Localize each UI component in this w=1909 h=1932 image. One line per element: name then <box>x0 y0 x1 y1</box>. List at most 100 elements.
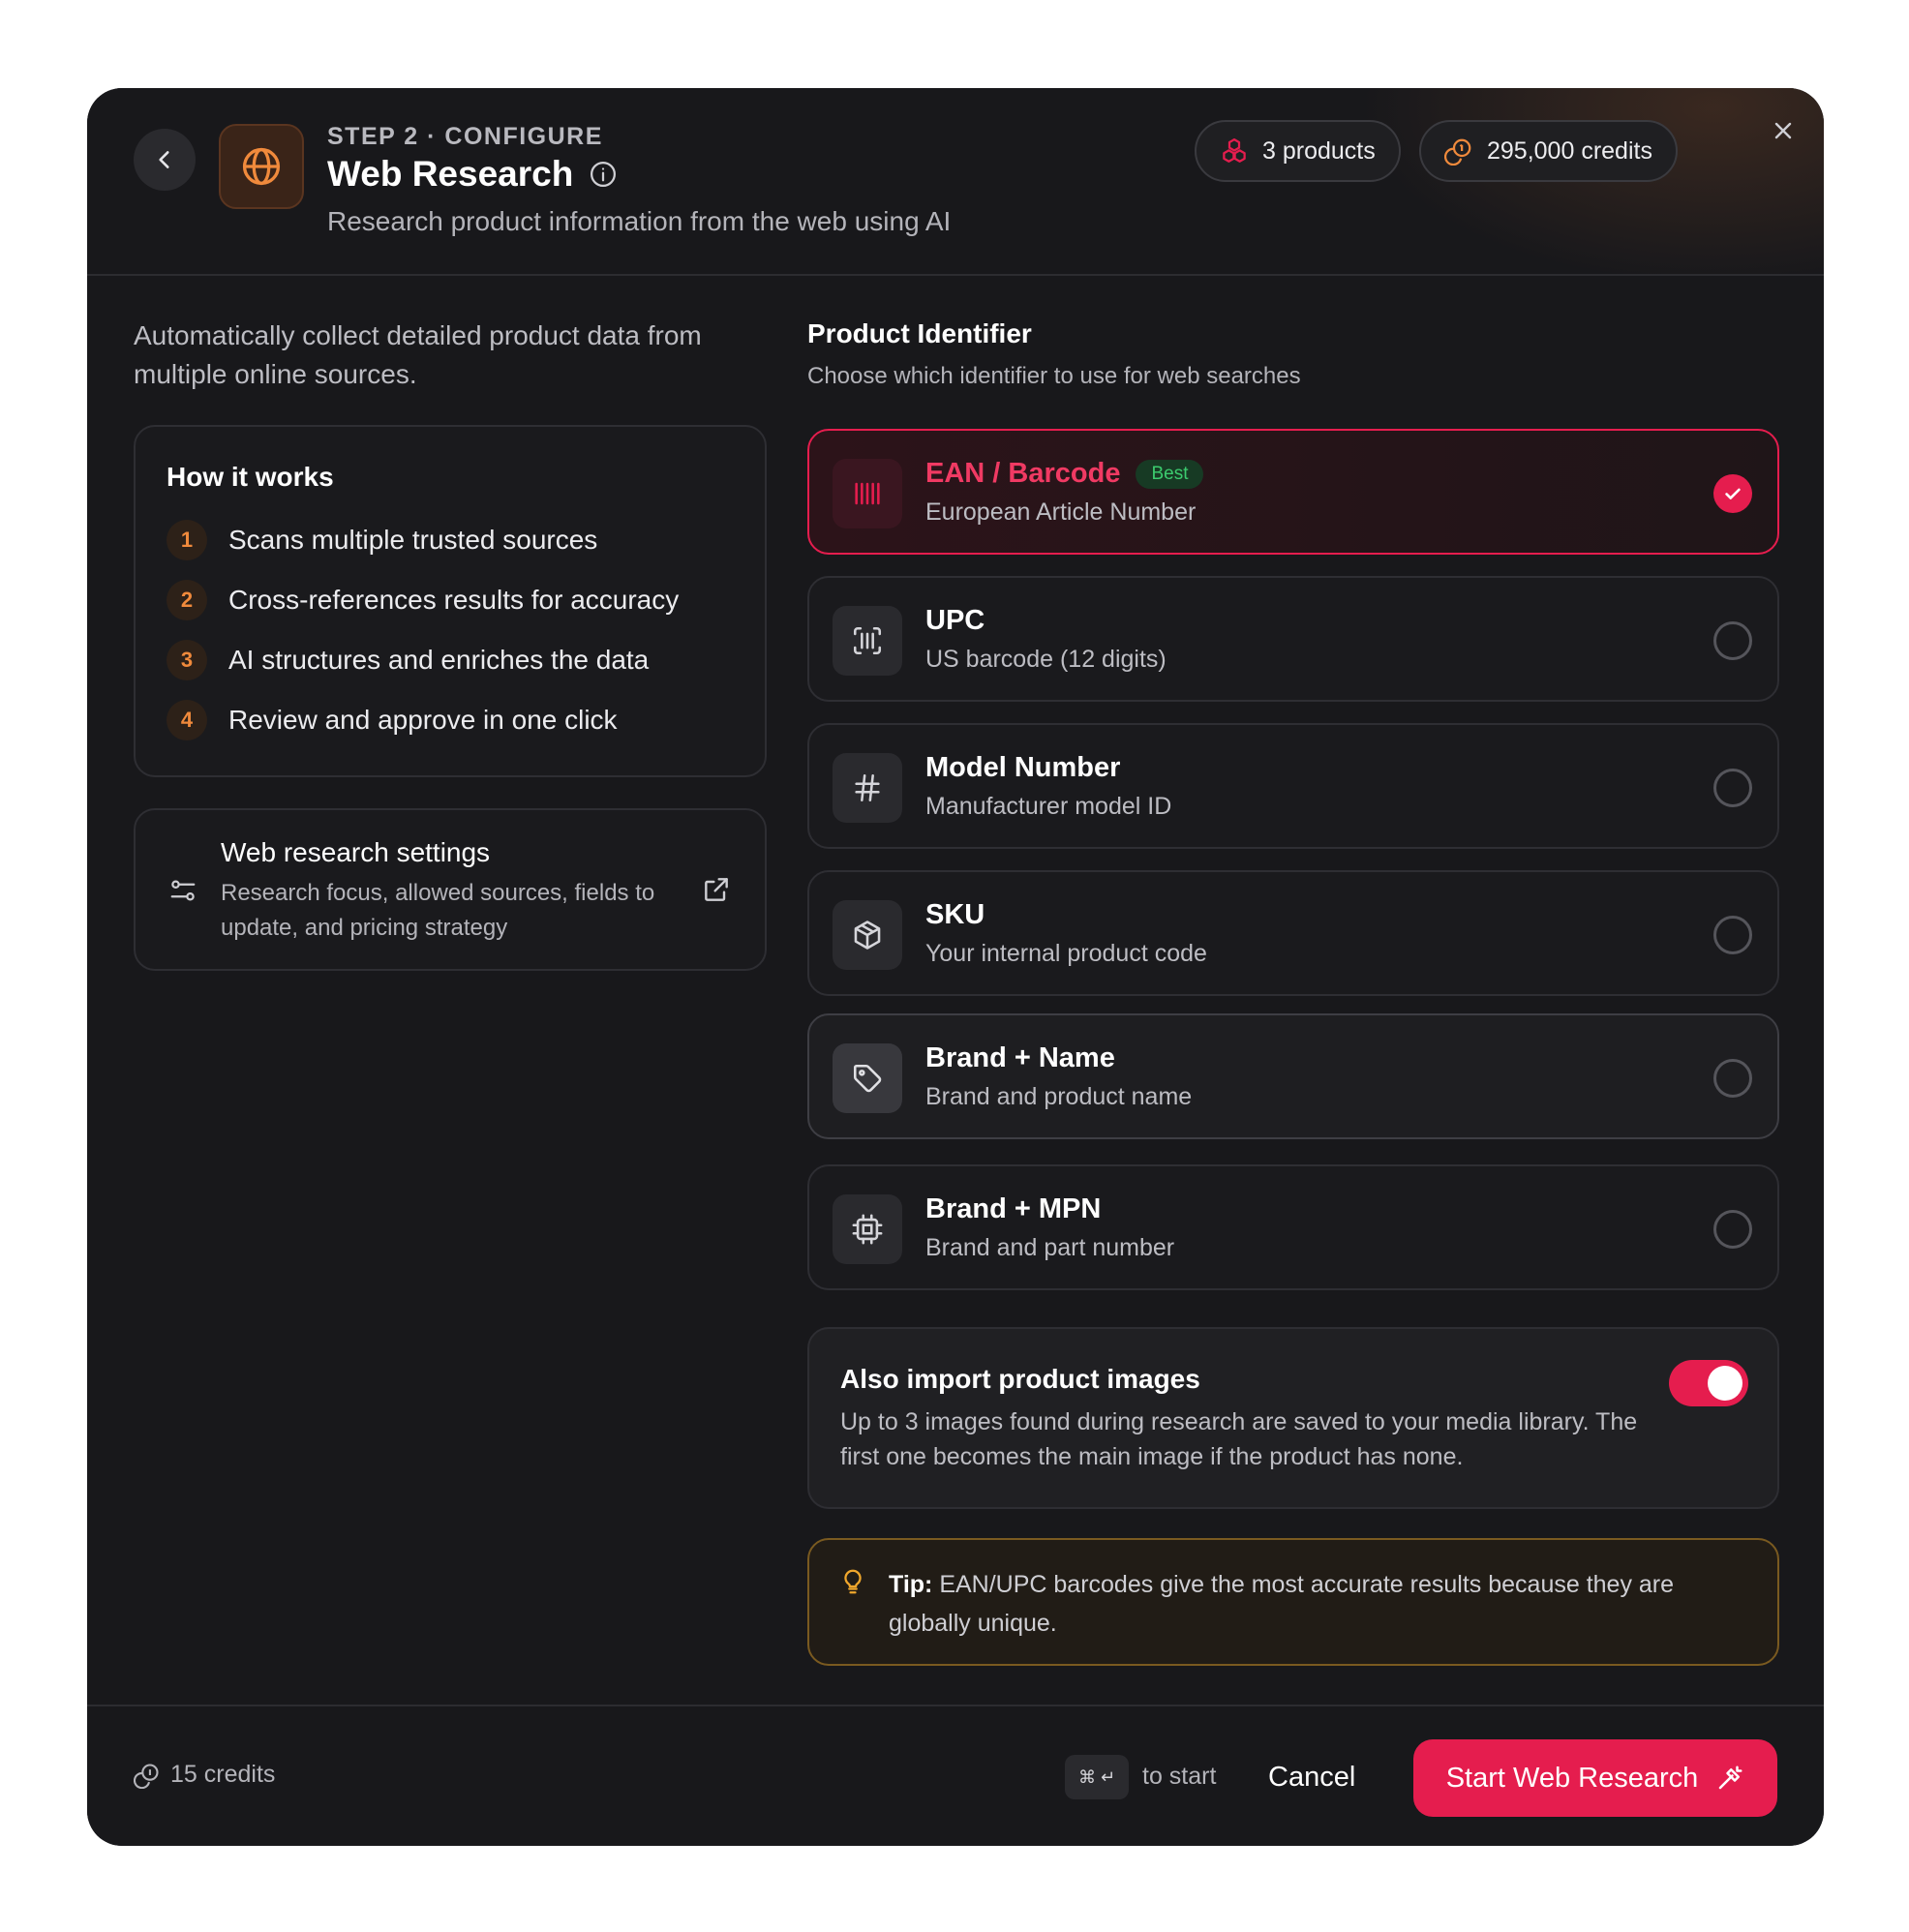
option-title: Brand + Name <box>925 1042 1115 1073</box>
barcode-icon-tile <box>833 459 902 528</box>
shortcut-hint: to start <box>1142 1763 1217 1790</box>
info-icon[interactable] <box>589 160 618 189</box>
how-step: 1 Scans multiple trusted sources <box>167 520 597 560</box>
close-icon <box>1774 122 1792 139</box>
option-title: SKU <box>925 899 985 930</box>
option-label: Brand + MPN <box>925 1193 1101 1225</box>
hash-icon <box>855 773 880 802</box>
best-badge: Best <box>1136 459 1204 489</box>
tip-label: Tip: <box>889 1571 933 1598</box>
scan-barcode-icon <box>853 626 882 655</box>
radio-unchecked[interactable] <box>1713 1059 1752 1098</box>
import-images-toggle[interactable] <box>1669 1360 1748 1406</box>
identifier-option-ean[interactable]: EAN / Barcode Best European Article Numb… <box>807 429 1779 555</box>
chevron-left-icon <box>159 151 169 168</box>
option-description: US barcode (12 digits) <box>925 646 1167 673</box>
radio-unchecked[interactable] <box>1713 916 1752 954</box>
scan-barcode-icon-tile <box>833 606 902 676</box>
page-title: Web Research <box>327 154 574 194</box>
chip-icon-tile <box>833 1194 902 1264</box>
tag-icon-tile <box>833 1043 902 1113</box>
products-count-label: 3 products <box>1262 136 1376 165</box>
tip-body: EAN/UPC barcodes give the most accurate … <box>889 1571 1675 1637</box>
how-step: 2 Cross-references results for accuracy <box>167 580 679 620</box>
step-number: 1 <box>167 520 207 560</box>
credits-balance-label: 295,000 credits <box>1487 136 1652 165</box>
how-it-works-card: How it works 1 Scans multiple trusted so… <box>134 425 767 777</box>
step-number: 4 <box>167 700 207 740</box>
close-button[interactable] <box>1766 113 1801 148</box>
option-title: Brand + MPN <box>925 1193 1102 1224</box>
option-description: Brand and product name <box>925 1083 1193 1110</box>
option-description: European Article Number <box>925 498 1197 526</box>
settings-description: Research focus, allowed sources, fields … <box>221 880 655 941</box>
title-row: Web Research <box>327 154 618 195</box>
globe-icon-tile <box>219 124 304 209</box>
how-it-works-title: How it works <box>167 462 334 492</box>
radio-unchecked[interactable] <box>1713 621 1752 660</box>
back-button[interactable] <box>134 129 196 191</box>
option-title: EAN / Barcode <box>925 458 1121 489</box>
step-text: Cross-references results for accuracy <box>228 585 680 615</box>
option-label: UPC <box>925 605 985 637</box>
start-web-research-button[interactable]: Start Web Research <box>1413 1739 1777 1817</box>
boxes-icon <box>1223 138 1246 163</box>
hash-icon-tile <box>833 753 902 823</box>
toggle-knob <box>1708 1366 1742 1401</box>
step-number: 2 <box>167 580 207 620</box>
step-text: Scans multiple trusted sources <box>228 525 598 555</box>
identifier-option-brand-mpn[interactable]: Brand + MPN Brand and part number <box>807 1164 1779 1290</box>
option-label: Brand + Name <box>925 1042 1115 1074</box>
start-button-label: Start Web Research <box>1445 1762 1699 1794</box>
products-count-badge: 3 products <box>1195 120 1401 182</box>
option-description: Manufacturer model ID <box>925 793 1172 820</box>
radio-unchecked[interactable] <box>1713 769 1752 807</box>
package-icon-tile <box>833 900 902 970</box>
package-icon <box>854 921 881 950</box>
step-number: 3 <box>167 640 207 680</box>
step-text: AI structures and enriches the data <box>228 645 650 675</box>
radio-checked[interactable] <box>1713 474 1752 513</box>
lightbulb-icon <box>844 1569 862 1594</box>
how-step: 3 AI structures and enriches the data <box>167 640 649 680</box>
tip-callout: Tip: EAN/UPC barcodes give the most accu… <box>807 1538 1779 1666</box>
cancel-button[interactable]: Cancel <box>1249 1749 1375 1805</box>
keyboard-shortcut-badge: ⌘ ↵ <box>1065 1755 1129 1799</box>
modal-header: STEP 2 · CONFIGURE Web Research Research… <box>87 88 1824 276</box>
coins-icon <box>1444 138 1471 166</box>
option-label: SKU <box>925 899 985 931</box>
settings-title: Web research settings <box>221 837 491 867</box>
modal-footer: 15 credits ⌘ ↵ to start Cancel Start Web… <box>87 1705 1824 1846</box>
wand-icon <box>1719 1766 1742 1790</box>
radio-unchecked[interactable] <box>1713 1210 1752 1249</box>
import-images-title: Also import product images <box>840 1364 1200 1394</box>
option-label: Model Number <box>925 752 1120 784</box>
credits-balance-badge: 295,000 credits <box>1419 120 1678 182</box>
step-text: Review and approve in one click <box>228 705 618 735</box>
how-step: 4 Review and approve in one click <box>167 700 618 740</box>
check-icon <box>1725 488 1741 499</box>
identifier-option-sku[interactable]: SKU Your internal product code <box>807 870 1779 996</box>
intro-text: Automatically collect detailed product d… <box>134 320 702 389</box>
import-images-card: Also import product images Up to 3 image… <box>807 1327 1779 1509</box>
chip-icon <box>852 1214 883 1245</box>
barcode-icon <box>855 482 880 505</box>
option-title: Model Number <box>925 752 1121 783</box>
web-research-settings-link[interactable]: Web research settings Research focus, al… <box>134 808 767 971</box>
product-identifier-title: Product Identifier <box>807 318 1032 348</box>
option-title: UPC <box>925 605 985 636</box>
identifier-option-upc[interactable]: UPC US barcode (12 digits) <box>807 576 1779 702</box>
option-description: Brand and part number <box>925 1234 1175 1261</box>
web-research-modal: STEP 2 · CONFIGURE Web Research Research… <box>87 88 1824 1846</box>
cost-indicator: 15 credits <box>134 1761 275 1789</box>
sliders-icon <box>170 880 196 901</box>
page-subtitle: Research product information from the we… <box>327 206 952 236</box>
import-images-description: Up to 3 images found during research are… <box>840 1408 1638 1470</box>
tip-text: Tip: EAN/UPC barcodes give the most accu… <box>889 1565 1741 1643</box>
cost-label: 15 credits <box>170 1761 276 1788</box>
product-identifier-subtitle: Choose which identifier to use for web s… <box>807 363 1301 389</box>
coins-icon <box>134 1763 159 1789</box>
tag-icon <box>853 1064 882 1093</box>
identifier-option-brand-name[interactable]: Brand + Name Brand and product name <box>807 1013 1779 1139</box>
identifier-option-model-number[interactable]: Model Number Manufacturer model ID <box>807 723 1779 849</box>
